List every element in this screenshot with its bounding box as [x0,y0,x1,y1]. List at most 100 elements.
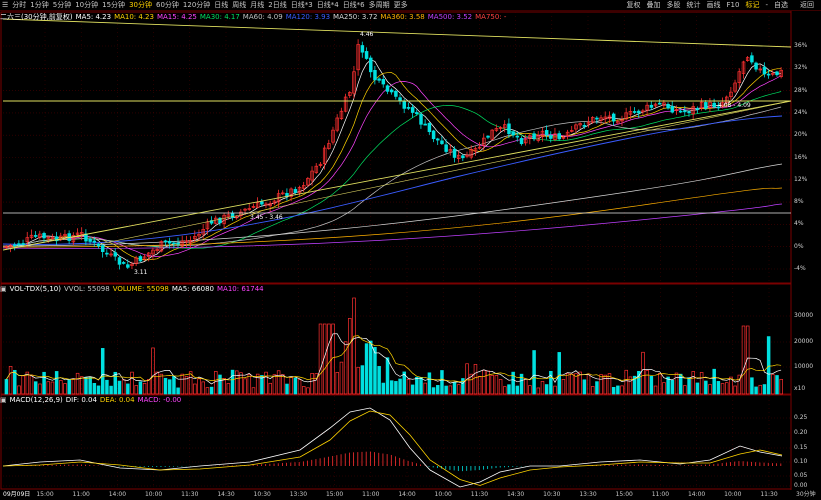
candle[interactable] [163,240,168,243]
toolbar-button-4[interactable]: 画线 [704,0,724,11]
candle[interactable] [704,102,708,109]
volume-bar[interactable] [373,347,377,395]
candle[interactable] [519,138,524,145]
volume-bar[interactable] [406,378,411,395]
volume-bar[interactable] [653,385,658,395]
candle[interactable] [461,155,465,159]
volume-bar[interactable] [377,366,381,395]
volume-bar[interactable] [385,357,390,395]
volume-bar[interactable] [544,384,549,395]
volume-bar[interactable] [754,386,758,395]
volume-bar[interactable] [720,383,725,395]
volume-bar[interactable] [138,381,143,395]
candle[interactable] [762,66,767,75]
volume-bar[interactable] [234,370,239,395]
tab-period-12[interactable]: 日线*3 [289,0,315,11]
volume-bar[interactable] [134,385,138,395]
volume-bar[interactable] [603,374,608,395]
candle[interactable] [611,113,616,122]
volume-bar[interactable] [193,383,197,395]
volume-bar[interactable] [96,385,101,395]
volume-bar[interactable] [126,383,130,395]
volume-bar[interactable] [733,385,737,395]
volume-bar[interactable] [302,386,306,395]
toolbar-button-7[interactable]: - [762,0,771,11]
volume-bar[interactable] [289,377,293,395]
volume-bar[interactable] [389,380,394,395]
candle[interactable] [167,240,172,244]
volume-bar[interactable] [151,347,155,395]
candle[interactable] [360,45,365,53]
candle[interactable] [766,73,771,76]
volume-bar[interactable] [519,373,524,395]
volume-bar[interactable] [54,371,59,395]
volume-bar[interactable] [159,373,164,395]
volume-bar[interactable] [75,372,80,395]
tab-period-16[interactable]: 更多 [392,0,410,11]
candle[interactable] [260,201,264,205]
volume-bar[interactable] [369,340,373,395]
volume-bar[interactable] [482,369,486,395]
candle[interactable] [381,78,386,85]
volume-bar[interactable] [109,385,113,395]
volume-bar[interactable] [13,370,17,395]
volume-bar[interactable] [553,385,557,395]
volume-bar[interactable] [616,385,620,395]
volume-bar[interactable] [218,374,222,395]
tab-period-5[interactable]: 30分钟 [127,0,154,11]
tab-period-13[interactable]: 日线*4 [315,0,341,11]
tab-period-9[interactable]: 周线 [230,0,248,11]
volume-bar[interactable] [456,384,461,395]
toolbar-button-8[interactable]: 自选 [771,0,791,11]
volume-bar[interactable] [46,381,51,395]
volume-bar[interactable] [88,376,92,395]
volume-bar[interactable] [63,383,67,395]
volume-bar[interactable] [100,348,105,395]
candle[interactable] [21,243,25,245]
toolbar-button-1[interactable]: 叠加 [644,0,664,11]
tab-period-6[interactable]: 60分钟 [154,0,181,11]
volume-bar[interactable] [310,372,314,395]
tab-period-1[interactable]: 1分钟 [28,0,50,11]
volume-bar[interactable] [121,379,126,395]
candle[interactable] [419,114,423,125]
volume-bar[interactable] [398,378,402,395]
volume-bar[interactable] [197,378,201,395]
volume-bar[interactable] [381,382,386,395]
volume-bar[interactable] [444,385,448,395]
volume-bar[interactable] [536,387,541,395]
toolbar-button-3[interactable]: 统计 [684,0,704,11]
volume-bar[interactable] [21,375,25,395]
candle[interactable] [406,107,411,109]
candle[interactable] [637,110,641,114]
candle[interactable] [678,110,683,113]
chart-canvas[interactable] [0,0,821,500]
candle[interactable] [398,97,402,102]
candle[interactable] [695,108,700,110]
candle[interactable] [113,252,118,257]
volume-bar[interactable] [176,387,180,395]
candle[interactable] [427,122,432,133]
volume-bar[interactable] [448,385,453,395]
volume-bar[interactable] [662,382,666,395]
volume-bar[interactable] [335,372,340,395]
tab-period-3[interactable]: 10分钟 [73,0,100,11]
drawn-trendlines[interactable] [2,18,792,251]
volume-bar[interactable] [8,365,13,395]
candle[interactable] [423,123,427,126]
volume-bar[interactable] [490,375,494,395]
volume-bar[interactable] [415,376,419,395]
volume-bar[interactable] [297,379,302,395]
volume-bar[interactable] [343,341,348,395]
candle[interactable] [649,104,654,108]
volume-bar[interactable] [699,372,704,395]
volume-bar[interactable] [356,366,360,395]
volume-bar[interactable] [4,379,9,395]
volume-bar[interactable] [691,371,695,395]
volume-bar[interactable] [239,372,243,395]
candle[interactable] [42,233,46,239]
volume-bar[interactable] [272,374,277,395]
candle[interactable] [507,123,511,135]
candle[interactable] [515,135,520,138]
volume-bar[interactable] [360,365,365,395]
